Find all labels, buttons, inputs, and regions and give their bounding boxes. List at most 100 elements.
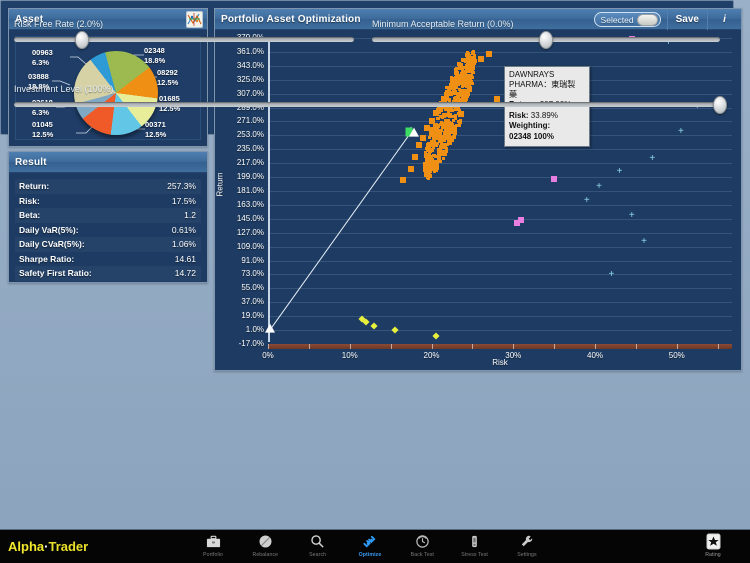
marker-cloud-point[interactable] — [408, 166, 414, 172]
toolbar-item-rebalance[interactable]: Rebalance — [242, 533, 288, 563]
marker-cloud-point[interactable] — [478, 56, 484, 62]
toolbar-item-optimize[interactable]: Optimize — [347, 533, 393, 563]
result-row-key: Safety First Ratio: — [19, 268, 92, 278]
marker-square[interactable] — [551, 176, 557, 182]
toolbar-item-label: Back Test — [411, 552, 434, 558]
result-row: Return: 257.3% — [15, 179, 201, 194]
toolbar-item-label: Optimize — [359, 552, 382, 558]
marker-plus[interactable]: + — [608, 271, 614, 279]
toolbar-item-label: Stress Test — [461, 552, 488, 558]
y-axis-tick-label: 361.0% — [216, 47, 264, 56]
marker-cloud-point[interactable] — [412, 154, 418, 160]
slider-investment-level-label: Investment Level (100%) — [14, 84, 720, 94]
gridline — [268, 66, 732, 67]
marker-cloud-point[interactable] — [400, 177, 406, 183]
slider-investment-level-track[interactable] — [14, 102, 720, 107]
marker-plus[interactable]: + — [584, 197, 590, 205]
marker-plus[interactable]: + — [617, 168, 623, 176]
marker-cloud-point — [457, 76, 460, 79]
marker-plus[interactable]: + — [641, 238, 647, 246]
marker-cloud-point — [428, 136, 431, 139]
result-row-key: Sharpe Ratio: — [19, 254, 74, 264]
marker-plus[interactable]: + — [629, 212, 635, 220]
toolbar-item-back-test[interactable]: Back Test — [399, 533, 445, 563]
marker-cloud-point — [442, 157, 445, 160]
marker-cloud-point — [426, 143, 429, 146]
briefcase-icon — [206, 533, 221, 550]
slider-risk-free-rate-thumb[interactable] — [75, 31, 89, 49]
gridline — [268, 163, 732, 164]
toolbar-item-portfolio[interactable]: Portfolio — [190, 533, 236, 563]
link-icon — [362, 533, 377, 550]
marker-cloud-point — [471, 52, 474, 55]
marker-cloud-point[interactable] — [486, 51, 492, 57]
slider-investment-level-thumb[interactable] — [713, 96, 727, 114]
marker-cloud-point — [426, 165, 429, 168]
slider-risk-free-rate-label: Risk Free Rate (2.0%) — [14, 19, 354, 29]
slider-investment-level: Investment Level (100%) — [14, 84, 720, 107]
result-row-key: Daily CVaR(5%): — [19, 239, 85, 249]
y-axis-tick-label: 163.0% — [216, 200, 264, 209]
bottom-toolbar: Alpha·Trader Portfolio Rebalance Search Opt… — [0, 529, 750, 563]
result-row: Safety First Ratio: 14.72 — [15, 266, 201, 281]
slider-minimum-acceptable-return: Minimum Acceptable Return (0.0%) — [372, 19, 720, 42]
gridline — [268, 330, 732, 331]
slider-risk-free-rate-track[interactable] — [14, 37, 354, 42]
toolbar-item-stress-test[interactable]: Stress Test — [452, 533, 498, 563]
y-axis-tick-label: 145.0% — [216, 214, 264, 223]
marker-plus[interactable]: + — [649, 155, 655, 163]
scatter-plot-canvas[interactable]: 379.0%361.0%343.0%325.0%307.0%289.0%271.… — [216, 30, 740, 369]
marker-cloud-point — [444, 127, 447, 130]
gridline — [268, 80, 732, 81]
tooltip-weighting-value: 02348 100% — [509, 132, 585, 143]
marker-diamond[interactable] — [371, 323, 378, 330]
marker-cloud-point[interactable] — [420, 135, 426, 141]
toolbar-item-settings[interactable]: Settings — [504, 533, 550, 563]
result-row-key: Risk: — [19, 196, 40, 206]
marker-cloud-point — [430, 148, 433, 151]
x-axis-tickmark — [677, 344, 678, 349]
slider-minimum-acceptable-return-thumb[interactable] — [539, 31, 553, 49]
y-axis-tick-label: 127.0% — [216, 228, 264, 237]
marker-cloud-point — [450, 109, 453, 112]
marker-diamond[interactable] — [363, 318, 370, 325]
marker-cloud-point — [463, 76, 466, 79]
x-axis-tickmark — [432, 344, 433, 349]
marker-cloud-point[interactable] — [416, 142, 422, 148]
gridline — [268, 108, 732, 109]
slider-minimum-acceptable-return-track[interactable] — [372, 37, 720, 42]
marker-cloud-point — [438, 110, 441, 113]
marker-cloud-point — [432, 167, 435, 170]
toolbar-item-rating[interactable]: Rating — [690, 533, 736, 558]
y-axis-tick-label: 343.0% — [216, 61, 264, 70]
rating-item-inner[interactable]: Rating — [690, 533, 736, 558]
optimal-portfolio-marker[interactable] — [409, 128, 419, 137]
result-row-value: 0.61% — [172, 225, 196, 235]
marker-cloud-point — [439, 132, 442, 135]
y-axis-tick-label: 73.0% — [216, 269, 264, 278]
slider-risk-free-rate: Risk Free Rate (2.0%) — [14, 19, 354, 42]
marker-diamond[interactable] — [391, 327, 398, 334]
x-axis-tickmark — [513, 344, 514, 349]
result-row-key: Return: — [19, 181, 49, 191]
marker-cloud-point — [426, 175, 429, 178]
result-row-key: Daily VaR(5%): — [19, 225, 79, 235]
gridline — [268, 205, 732, 206]
marker-plus[interactable]: + — [596, 183, 602, 191]
gridline — [268, 52, 732, 53]
marker-cloud-point — [436, 117, 439, 120]
toolbar-item-search[interactable]: Search — [295, 533, 341, 563]
y-axis-label: Return — [216, 172, 225, 196]
marker-square[interactable] — [514, 220, 520, 226]
x-axis-tickmark — [309, 344, 310, 349]
marker-cloud-point — [432, 141, 435, 144]
gridline — [268, 261, 732, 262]
portfolio-optimization-panel: Portfolio Asset Optimization Selected Sa… — [214, 8, 742, 371]
x-axis-tickmark — [718, 344, 719, 349]
result-row-value: 257.3% — [167, 181, 196, 191]
marker-diamond[interactable] — [432, 333, 439, 340]
marker-cloud-point — [451, 139, 454, 142]
marker-plus[interactable]: + — [678, 128, 684, 136]
star-badge-icon — [706, 533, 721, 550]
gridline — [268, 247, 732, 248]
